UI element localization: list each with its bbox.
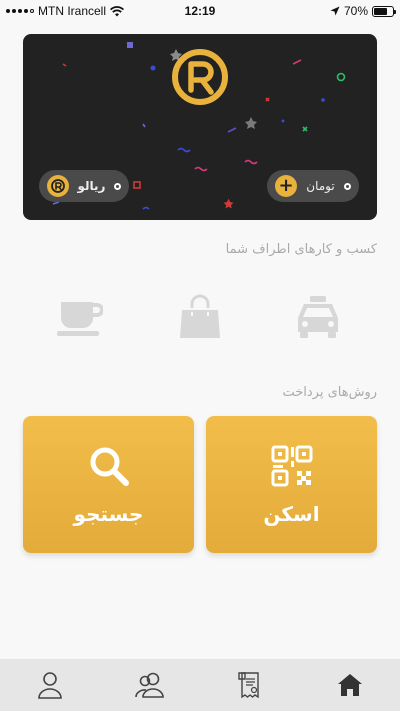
- person-icon: [38, 672, 62, 699]
- shopping-bag-icon[interactable]: [176, 294, 224, 340]
- location-arrow-icon: [330, 6, 340, 16]
- coffee-cup-icon[interactable]: [55, 294, 103, 340]
- toman-wallet-pill[interactable]: + تومان: [267, 170, 359, 202]
- rial-pill-label: ریالو: [77, 179, 106, 193]
- home-icon: [338, 674, 362, 696]
- rial-logo-icon: [172, 49, 228, 105]
- people-icon: [135, 672, 164, 698]
- qr-code-icon: [271, 445, 312, 486]
- radio-dot-icon: [113, 182, 121, 190]
- rial-coin-icon: [47, 175, 69, 197]
- scan-button-label: اسکن: [263, 501, 320, 526]
- toman-pill-label: تومان: [306, 179, 335, 193]
- rial-wallet-pill[interactable]: ریالو: [39, 170, 129, 202]
- search-button-label: جستجو: [73, 501, 144, 526]
- receipt-icon: [238, 672, 259, 699]
- business-categories: [0, 294, 400, 344]
- payment-methods-title: روش‌های پرداخت: [282, 385, 377, 400]
- battery-percent: 70%: [343, 4, 368, 18]
- nav-contacts[interactable]: [125, 665, 175, 705]
- status-bar: MTN Irancell 12:19 70%: [0, 0, 400, 22]
- search-icon: [90, 447, 129, 486]
- taxi-icon[interactable]: [294, 294, 342, 340]
- nav-home[interactable]: [325, 665, 375, 705]
- nav-profile[interactable]: [25, 665, 75, 705]
- nearby-business-title: کسب و کارهای اطراف شما: [225, 242, 377, 257]
- radio-dot-icon: [344, 182, 351, 190]
- status-right: 70%: [330, 4, 396, 18]
- nav-transactions[interactable]: [225, 665, 275, 705]
- plus-circle-icon[interactable]: +: [275, 175, 297, 197]
- wallet-card[interactable]: ریالو + تومان: [23, 34, 377, 220]
- scan-button[interactable]: اسکن: [206, 416, 377, 553]
- bottom-navigation: [0, 659, 400, 711]
- search-button[interactable]: جستجو: [23, 416, 194, 553]
- battery-icon: [372, 5, 396, 17]
